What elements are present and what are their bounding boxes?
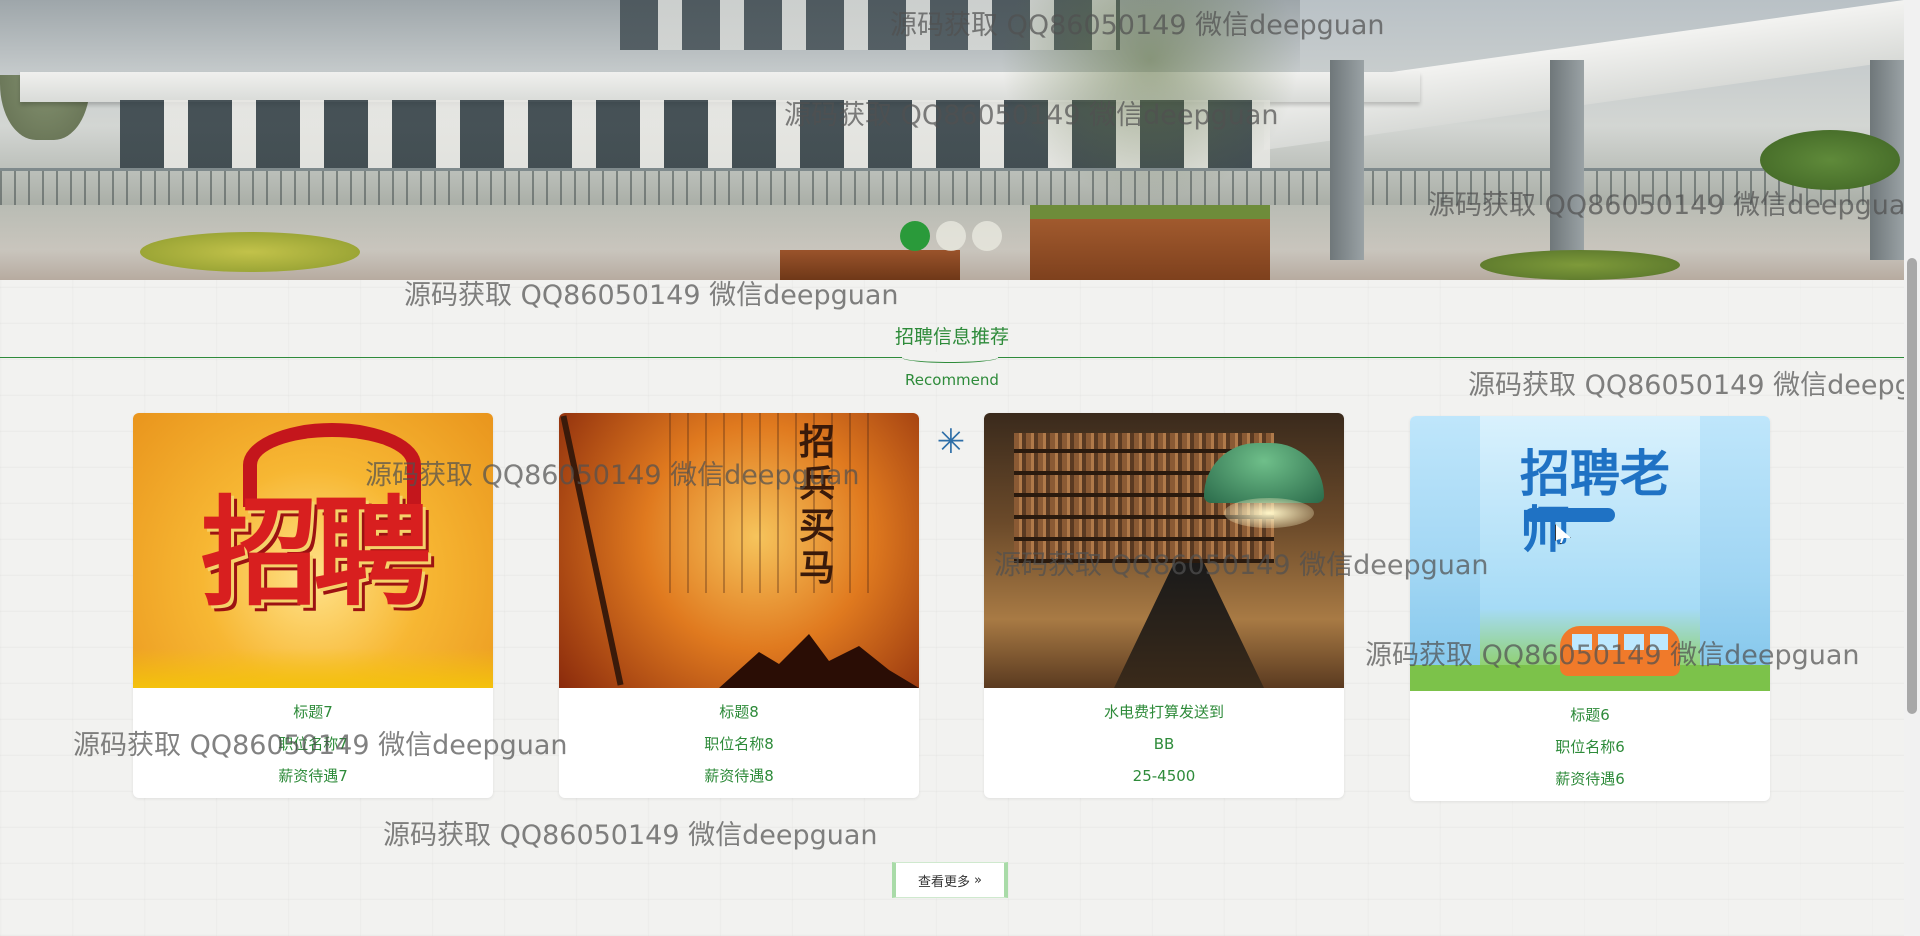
carousel-dot-3[interactable] xyxy=(972,221,1002,251)
view-more-button[interactable]: 查看更多 » xyxy=(892,862,1008,898)
job-card-image-text: 招兵买马 xyxy=(799,421,836,589)
banner-pillar xyxy=(1330,60,1364,260)
job-card-title: 水电费打算发送到 xyxy=(1103,703,1224,721)
job-card-image: 招聘 xyxy=(133,413,493,688)
school-bus-icon xyxy=(1560,626,1680,676)
image-glow xyxy=(133,648,493,688)
section-divider-arc xyxy=(902,352,998,363)
job-card-image-text: 招聘老师 xyxy=(1520,444,1670,559)
job-card[interactable]: 招兵买马 标题8 职位名称8 薪资待遇8 xyxy=(559,413,919,798)
job-card-position: 职位名称6 xyxy=(1555,738,1625,756)
reading-table xyxy=(1114,563,1264,688)
job-card-salary: 薪资待遇8 xyxy=(704,767,774,785)
view-more-label: 查看更多 xyxy=(918,874,971,890)
job-card-image: 招聘老师 xyxy=(1410,416,1770,691)
watermark: 源码获取 QQ86050149 微信deepguan xyxy=(383,820,878,851)
carousel-dot-2[interactable] xyxy=(936,221,966,251)
carousel-pagination xyxy=(900,221,1002,251)
job-card-position: 职位名称7 xyxy=(278,735,348,753)
loading-spinner-icon: ✳ xyxy=(936,422,966,462)
carousel-dot-1[interactable] xyxy=(900,221,930,251)
banner-shrub xyxy=(1480,250,1680,280)
job-card-salary: 薪资待遇6 xyxy=(1555,770,1625,788)
job-card[interactable]: 招聘 标题7 职位名称7 薪资待遇7 xyxy=(133,413,493,798)
job-card-title: 标题8 xyxy=(719,703,759,721)
poster-tag xyxy=(1525,508,1615,522)
section-subtitle: Recommend xyxy=(905,371,999,389)
job-card[interactable]: 招聘老师 标题6 职位名称6 薪资待遇6 xyxy=(1410,416,1770,801)
banner-shrub xyxy=(140,232,360,272)
job-card-position: 职位名称8 xyxy=(704,735,774,753)
job-card-info: 标题8 职位名称8 薪资待遇8 xyxy=(559,688,919,798)
spear-decoration xyxy=(560,415,624,686)
banner-shrub xyxy=(1760,130,1900,190)
job-card-info: 标题6 职位名称6 薪资待遇6 xyxy=(1410,691,1770,801)
banner-pillar xyxy=(1550,60,1584,260)
job-card[interactable]: 水电费打算发送到 BB 25-4500 xyxy=(984,413,1344,798)
scrollbar-thumb[interactable] xyxy=(1907,258,1917,714)
job-card-image xyxy=(984,413,1344,688)
double-chevron-right-icon: » xyxy=(974,872,982,888)
job-card-title: 标题7 xyxy=(293,703,333,721)
job-card-image: 招兵买马 xyxy=(559,413,919,688)
job-card-image-text: 招聘 xyxy=(200,483,431,622)
lamp-glow xyxy=(1224,498,1314,528)
job-card-salary: 薪资待遇7 xyxy=(278,767,348,785)
section-title: 招聘信息推荐 xyxy=(894,326,1009,348)
job-card-salary: 25-4500 xyxy=(1132,767,1196,785)
page-scrollbar[interactable] xyxy=(1904,0,1920,936)
job-card-info: 水电费打算发送到 BB 25-4500 xyxy=(984,688,1344,798)
banner-planter xyxy=(1030,205,1270,280)
banner-bench xyxy=(780,250,960,280)
warrior-silhouette xyxy=(719,634,919,688)
job-card-position: BB xyxy=(1153,735,1175,753)
job-card-title: 标题6 xyxy=(1570,706,1610,724)
job-card-info: 标题7 职位名称7 薪资待遇7 xyxy=(133,688,493,798)
